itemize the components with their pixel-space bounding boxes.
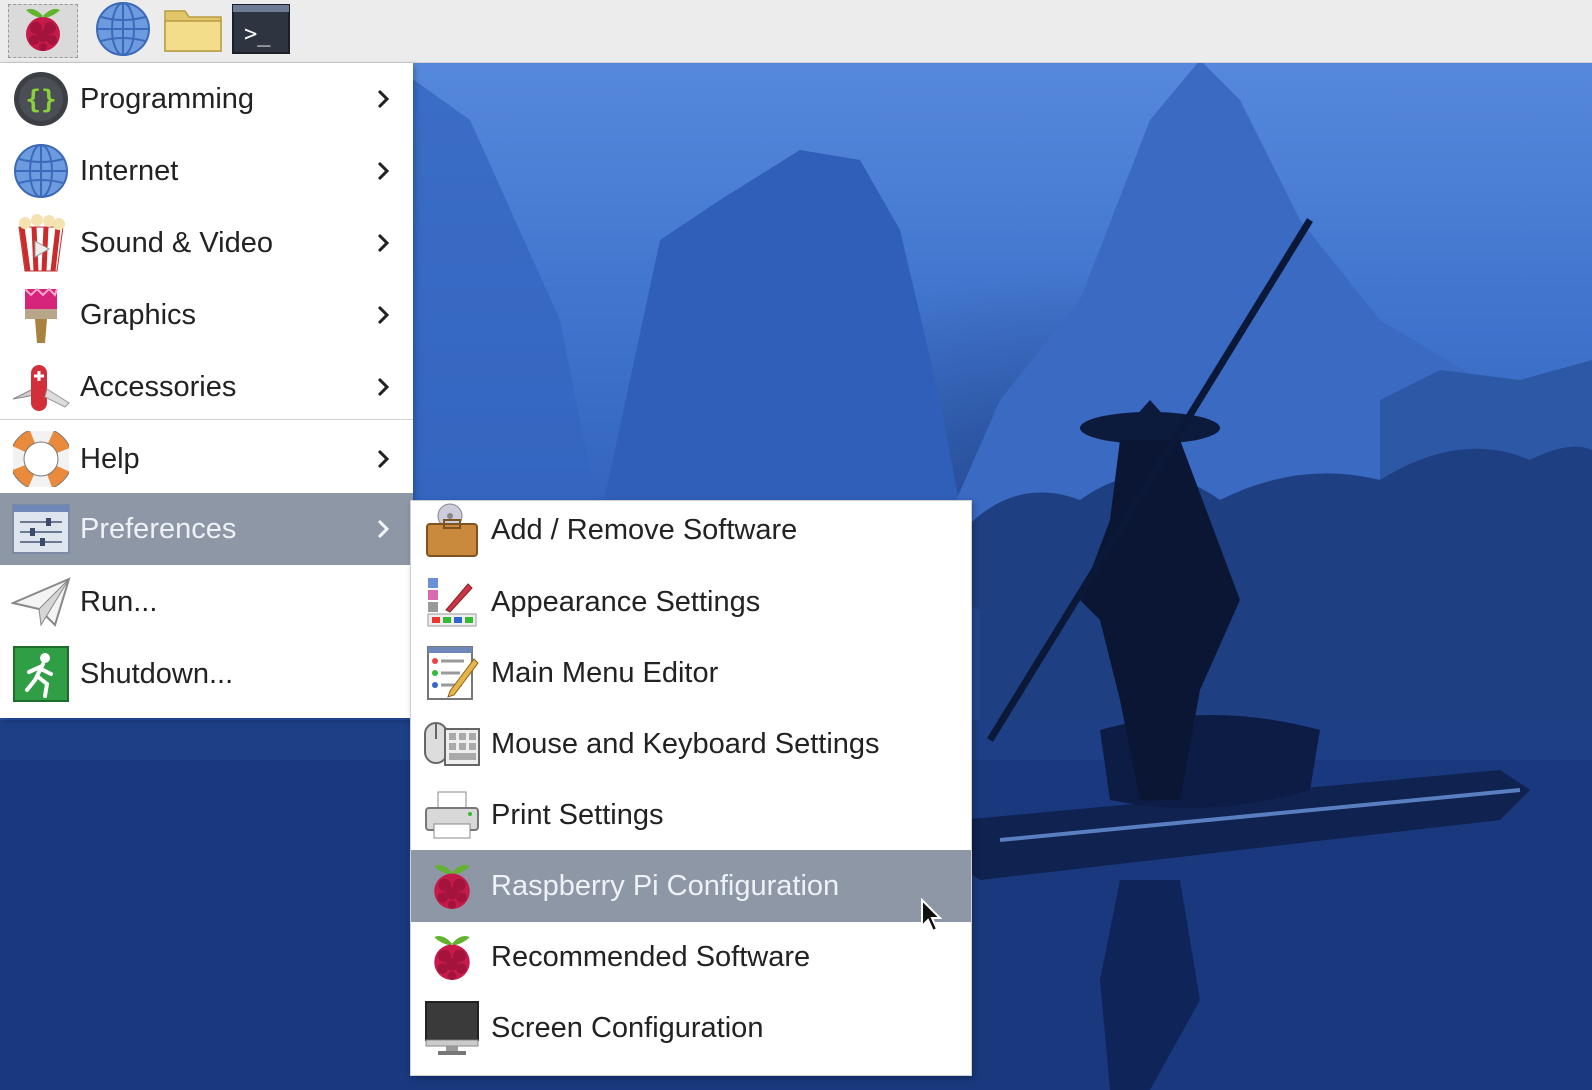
menu-item-label: Sound & Video bbox=[80, 226, 273, 259]
palette-icon bbox=[421, 571, 483, 633]
menu-item-run[interactable]: Run... bbox=[0, 566, 413, 638]
menu-item-label: Shutdown... bbox=[80, 657, 234, 690]
mouse-keyboard-icon bbox=[421, 713, 483, 775]
chevron-right-icon bbox=[377, 377, 390, 397]
menu-item-label: Help bbox=[80, 442, 140, 475]
menu-item-label: Internet bbox=[80, 154, 179, 187]
chevron-right-icon bbox=[377, 233, 390, 253]
menu-editor-icon bbox=[421, 642, 483, 704]
menu-item-accessories[interactable]: Accessories bbox=[0, 351, 413, 423]
raspberry-icon bbox=[421, 926, 483, 988]
menu-item-label: Preferences bbox=[80, 512, 237, 545]
submenu-item-label: Add / Remove Software bbox=[491, 513, 798, 546]
globe-icon bbox=[10, 140, 72, 202]
paintbrush-icon bbox=[10, 284, 72, 346]
menu-item-preferences[interactable]: Preferences bbox=[0, 493, 413, 565]
menu-item-internet[interactable]: Internet bbox=[0, 135, 413, 207]
terminal-button[interactable]: >_ bbox=[226, 3, 296, 58]
sliders-icon bbox=[10, 498, 72, 560]
code-braces-icon: {} bbox=[10, 68, 72, 130]
chevron-right-icon bbox=[377, 449, 390, 469]
raspberry-icon bbox=[421, 855, 483, 917]
package-icon bbox=[421, 499, 483, 561]
submenu-item-add-remove-software[interactable]: Add / Remove Software bbox=[411, 494, 971, 566]
taskbar: >_ bbox=[0, 0, 1592, 63]
submenu-item-label: Raspberry Pi Configuration bbox=[491, 869, 840, 902]
submenu-item-screen-configuration[interactable]: Screen Configuration bbox=[411, 992, 971, 1064]
submenu-item-label: Main Menu Editor bbox=[491, 656, 719, 689]
submenu-item-label: Screen Configuration bbox=[491, 1011, 764, 1044]
chevron-right-icon bbox=[377, 89, 390, 109]
mouse-pointer-icon bbox=[921, 898, 943, 933]
submenu-item-main-menu-editor[interactable]: Main Menu Editor bbox=[411, 637, 971, 709]
submenu-item-label: Recommended Software bbox=[491, 940, 811, 973]
exit-running-man-icon bbox=[10, 643, 72, 705]
folder-icon bbox=[163, 5, 223, 58]
popcorn-icon bbox=[10, 212, 72, 274]
submenu-item-recommended-software[interactable]: Recommended Software bbox=[411, 921, 971, 993]
chevron-right-icon bbox=[377, 161, 390, 181]
file-manager-button[interactable] bbox=[158, 4, 228, 58]
menu-item-graphics[interactable]: Graphics bbox=[0, 279, 413, 351]
submenu-item-label: Mouse and Keyboard Settings bbox=[491, 727, 880, 760]
menu-item-label: Accessories bbox=[80, 370, 237, 403]
menu-item-label: Run... bbox=[80, 585, 158, 618]
submenu-item-raspberry-pi-configuration[interactable]: Raspberry Pi Configuration bbox=[411, 850, 971, 922]
menu-item-label: Programming bbox=[80, 82, 255, 115]
lifebuoy-icon bbox=[10, 428, 72, 490]
raspberry-menu-button[interactable] bbox=[8, 4, 78, 58]
submenu-item-print-settings[interactable]: Print Settings bbox=[411, 779, 971, 851]
pocket-knife-icon bbox=[10, 356, 72, 418]
chevron-right-icon bbox=[377, 519, 390, 539]
globe-icon bbox=[95, 1, 151, 62]
menu-item-label: Graphics bbox=[80, 298, 197, 331]
menu-item-help[interactable]: Help bbox=[0, 423, 413, 495]
menu-separator bbox=[0, 419, 413, 420]
preferences-submenu: Add / Remove Software Appearance Setting… bbox=[410, 500, 972, 1076]
paper-plane-icon bbox=[10, 571, 72, 633]
submenu-item-label: Appearance Settings bbox=[491, 585, 761, 618]
submenu-item-appearance-settings[interactable]: Appearance Settings bbox=[411, 566, 971, 638]
web-browser-button[interactable] bbox=[88, 1, 158, 58]
monitor-icon bbox=[421, 997, 483, 1059]
svg-text:{}: {} bbox=[25, 85, 56, 115]
menu-item-shutdown[interactable]: Shutdown... bbox=[0, 638, 413, 710]
printer-icon bbox=[421, 784, 483, 846]
submenu-item-label: Print Settings bbox=[491, 798, 664, 831]
menu-item-programming[interactable]: {} Programming bbox=[0, 63, 413, 135]
chevron-right-icon bbox=[377, 305, 390, 325]
main-menu: {} Programming Internet Sound & Video Gr… bbox=[0, 63, 413, 718]
menu-item-sound-video[interactable]: Sound & Video bbox=[0, 207, 413, 279]
terminal-prompt: >_ bbox=[244, 22, 271, 47]
submenu-item-mouse-keyboard-settings[interactable]: Mouse and Keyboard Settings bbox=[411, 708, 971, 780]
raspberry-icon bbox=[20, 4, 66, 59]
